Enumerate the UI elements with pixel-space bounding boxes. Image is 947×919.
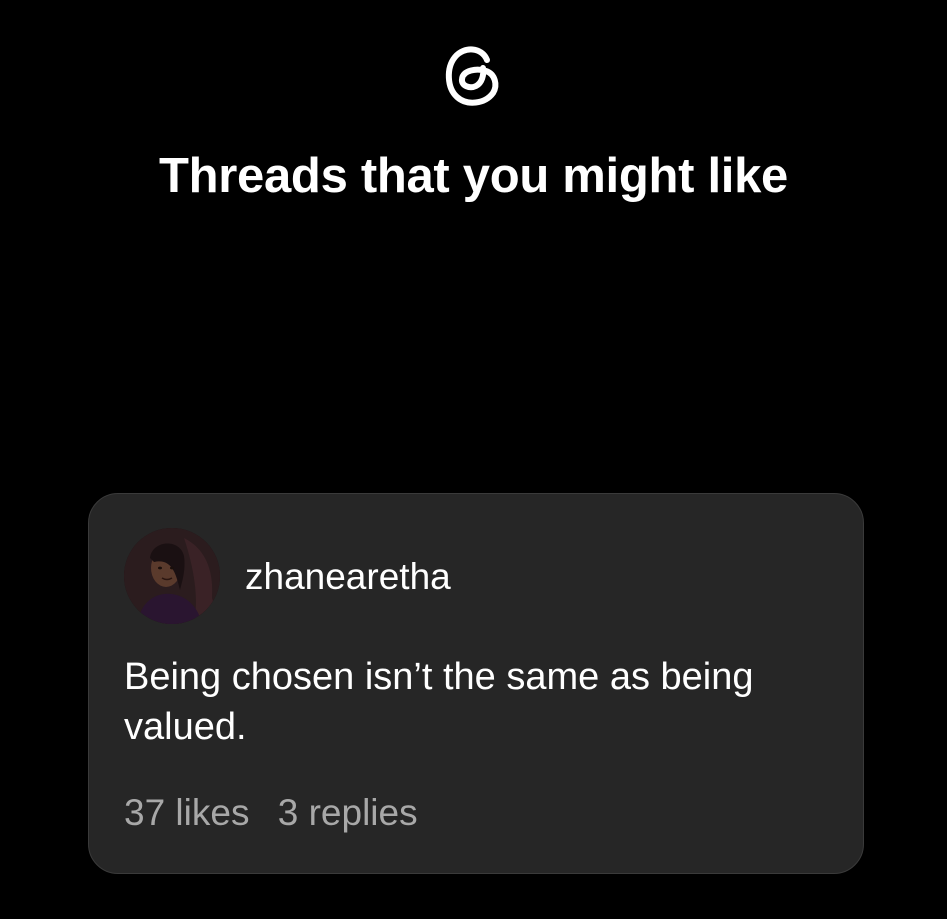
page-title: Threads that you might like	[159, 149, 788, 203]
user-avatar[interactable]	[124, 528, 220, 624]
replies-count[interactable]: 3 replies	[278, 792, 418, 833]
thread-card[interactable]: zhanearetha Being chosen isn’t the same …	[88, 493, 864, 874]
username[interactable]: zhanearetha	[245, 555, 451, 599]
post-text: Being chosen isn’t the same as being val…	[124, 656, 754, 748]
post-stats: 37 likes 3 replies	[124, 790, 418, 836]
likes-count[interactable]: 37 likes	[124, 792, 249, 833]
threads-logo-icon	[440, 38, 506, 108]
